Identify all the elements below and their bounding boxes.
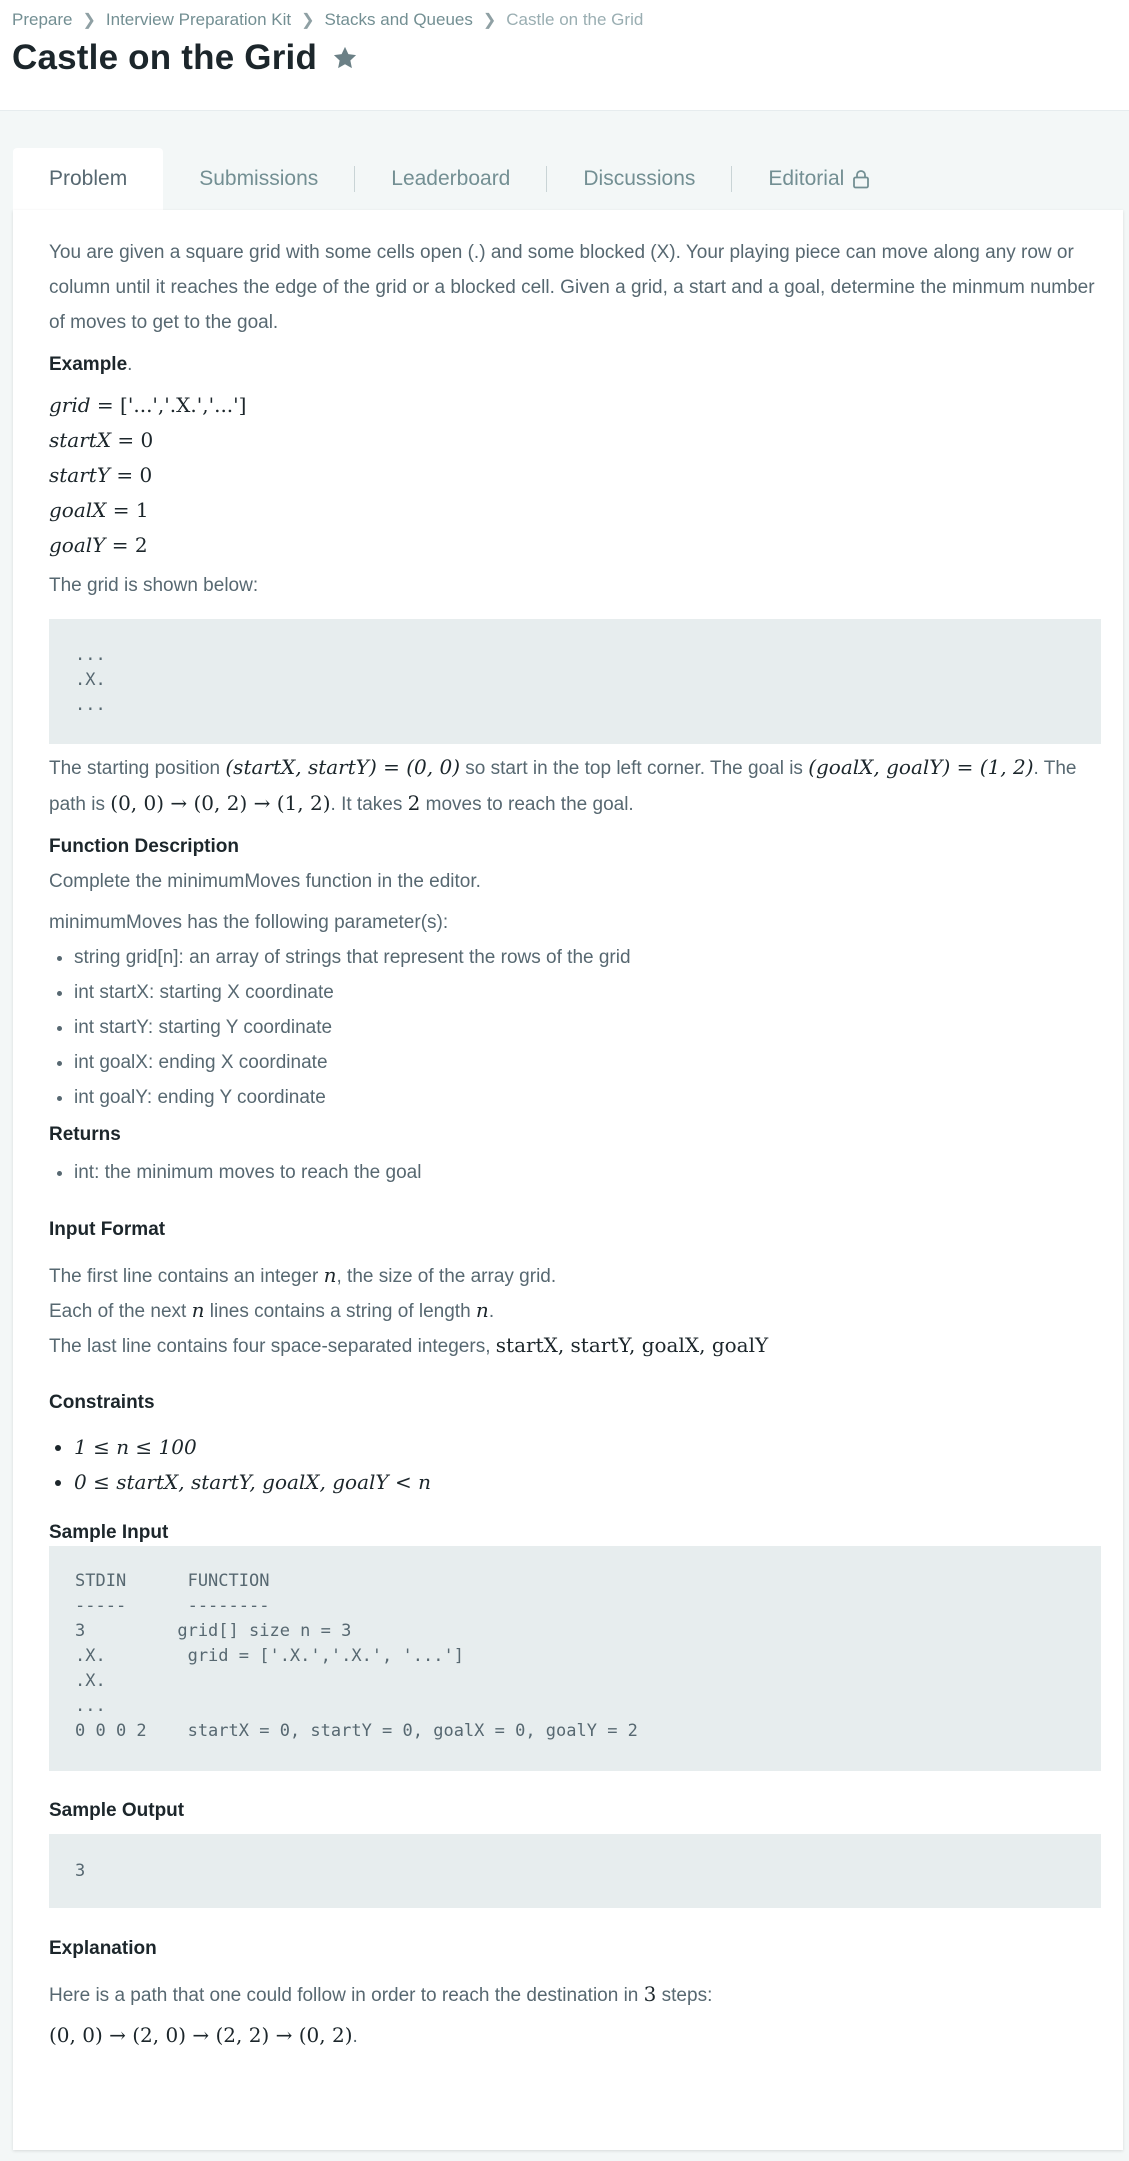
- example-var-grid: grid = ['...','.X.','...']: [49, 393, 247, 417]
- page-header: Prepare ❯ Interview Preparation Kit ❯ St…: [0, 0, 1129, 111]
- input-format-heading: Input Format: [49, 1219, 166, 1240]
- example-var-starty: startY = 0: [49, 463, 153, 487]
- list-item: int goalX: ending X coordinate: [74, 1045, 631, 1080]
- lock-icon: [853, 170, 870, 189]
- chevron-right-icon: ❯: [301, 12, 315, 29]
- sample-output-heading: Sample Output: [49, 1800, 185, 1821]
- page-title: Castle on the Grid: [12, 38, 318, 77]
- problem-panel: You are given a square grid with some ce…: [13, 210, 1123, 2150]
- input-format-line2: Each of the next n lines contains a stri…: [49, 1298, 495, 1322]
- function-complete-text: Complete the minimumMoves function in th…: [49, 871, 481, 892]
- breadcrumb-stacks-queues[interactable]: Stacks and Queues: [325, 10, 473, 30]
- grid-shown-text: The grid is shown below:: [49, 575, 259, 596]
- sample-output-code: 3: [75, 1861, 86, 1881]
- tab-editorial-label: Editorial: [768, 167, 845, 190]
- tab-editorial[interactable]: Editorial: [732, 148, 906, 210]
- breadcrumb: Prepare ❯ Interview Preparation Kit ❯ St…: [12, 10, 643, 30]
- explanation-heading: Explanation: [49, 1938, 157, 1959]
- input-format-line1: The first line contains an integer n, th…: [49, 1263, 557, 1287]
- list-item: int goalY: ending Y coordinate: [74, 1080, 631, 1115]
- example-var-startx: startX = 0: [49, 428, 154, 452]
- tab-bar: Problem Submissions Leaderboard Discussi…: [13, 148, 1119, 210]
- constraints-heading: Constraints: [49, 1392, 155, 1413]
- grid-code: ... .X. ...: [75, 645, 106, 715]
- explanation-text: Here is a path that one could follow in …: [49, 1982, 713, 2006]
- params-list: string grid[n]: an array of strings that…: [49, 940, 631, 1115]
- list-item: int: the minimum moves to reach the goal: [74, 1155, 421, 1190]
- list-item: 1 ≤ n ≤ 100: [74, 1430, 431, 1465]
- example-var-goalx: goalX = 1: [49, 498, 149, 522]
- breadcrumb-interview-kit[interactable]: Interview Preparation Kit: [106, 10, 291, 30]
- list-item: string grid[n]: an array of strings that…: [74, 940, 631, 975]
- input-format-line3: The last line contains four space-separa…: [49, 1333, 769, 1357]
- start-description: The starting position (startX, startY) =…: [49, 755, 1077, 815]
- tab-leaderboard[interactable]: Leaderboard: [355, 148, 546, 210]
- tab-problem[interactable]: Problem: [13, 148, 164, 210]
- function-description-heading: Function Description: [49, 836, 239, 857]
- returns-list: int: the minimum moves to reach the goal: [49, 1155, 421, 1190]
- list-item: int startY: starting Y coordinate: [74, 1010, 631, 1045]
- example-var-goaly: goalY = 2: [49, 533, 148, 557]
- tab-discussions[interactable]: Discussions: [547, 148, 731, 210]
- sample-input-heading: Sample Input: [49, 1522, 169, 1543]
- returns-heading: Returns: [49, 1124, 121, 1145]
- breadcrumb-prepare[interactable]: Prepare: [12, 10, 72, 30]
- title-row: Castle on the Grid: [12, 38, 359, 78]
- sample-input-code-block: STDIN FUNCTION ----- -------- 3 grid[] s…: [49, 1546, 1101, 1771]
- sample-input-code: STDIN FUNCTION ----- -------- 3 grid[] s…: [75, 1571, 638, 1741]
- tab-submissions[interactable]: Submissions: [163, 148, 354, 210]
- explanation-path: (0, 0) → (2, 0) → (2, 2) → (0, 2).: [49, 2023, 358, 2047]
- list-item: 0 ≤ startX, startY, goalX, goalY < n: [74, 1465, 431, 1500]
- breadcrumb-current: Castle on the Grid: [506, 10, 644, 29]
- list-item: int startX: starting X coordinate: [74, 975, 631, 1010]
- constraints-list: 1 ≤ n ≤ 100 0 ≤ startX, startY, goalX, g…: [49, 1430, 431, 1500]
- sample-output-code-block: 3: [49, 1834, 1101, 1908]
- params-intro-text: minimumMoves has the following parameter…: [49, 912, 449, 933]
- grid-code-block: ... .X. ...: [49, 619, 1101, 744]
- star-icon[interactable]: [331, 44, 359, 72]
- example-heading: Example.: [49, 354, 133, 375]
- chevron-right-icon: ❯: [482, 12, 497, 29]
- chevron-right-icon: ❯: [82, 12, 96, 29]
- intro-text: You are given a square grid with some ce…: [49, 242, 1095, 333]
